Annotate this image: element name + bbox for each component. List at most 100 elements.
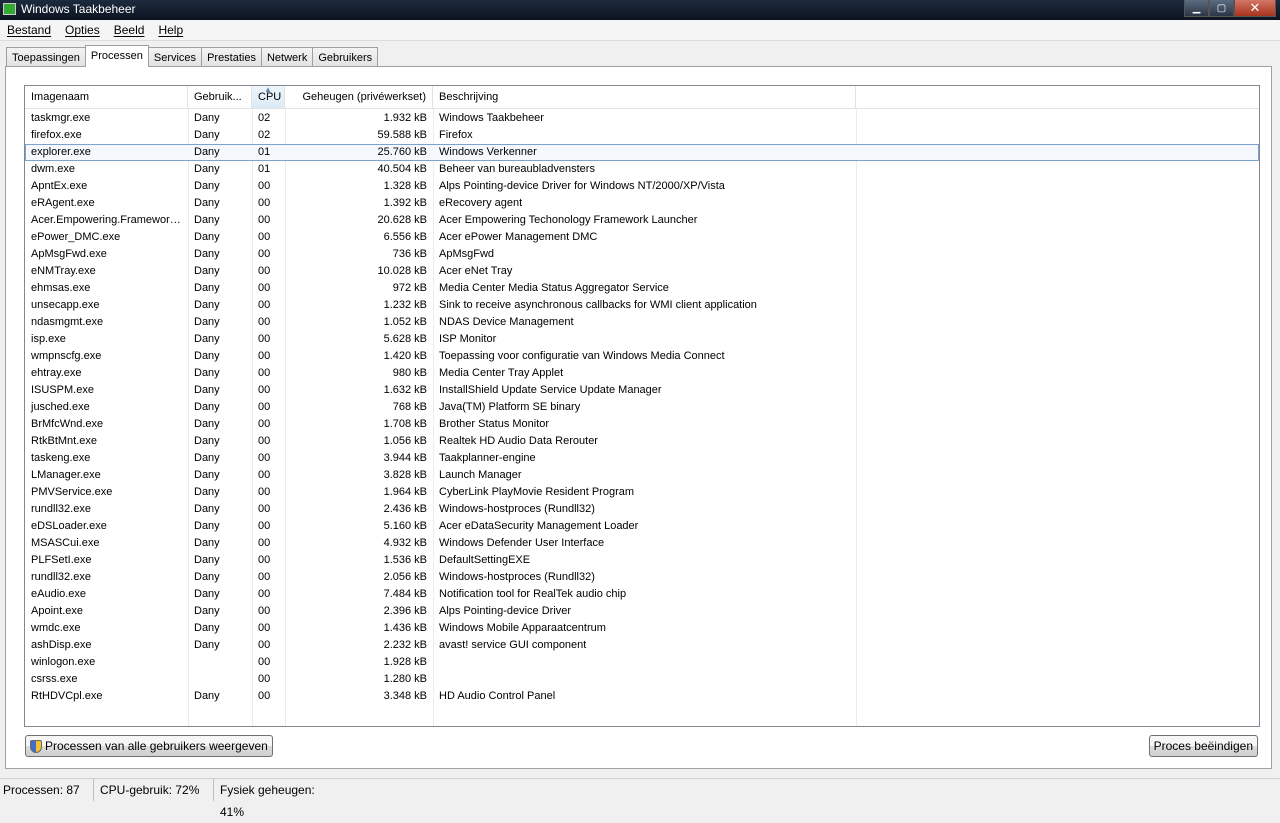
table-row[interactable]: wmdc.exe Dany 00 1.436 kB Windows Mobile App… [25,620,1259,637]
table-row[interactable]: MSASCui.exe Dany 00 4.932 kB Windows Defende… [25,535,1259,552]
menu-opties[interactable]: Opties [58,20,107,40]
description-cell: Acer Empowering Techonology Framework La… [439,214,698,226]
description-cell: Windows Taakbeheer [439,112,544,124]
memory-cell: 3.944 kB [383,452,427,464]
user-cell: Dany [194,418,220,430]
table-row[interactable]: rundll32.exe Dany 00 2.436 kB Windows-hostpr… [25,501,1259,518]
process-name-cell: eDSLoader.exe [31,520,107,532]
user-cell: Dany [194,401,220,413]
user-cell: Dany [194,367,220,379]
description-cell: Windows-hostproces (Rundll32) [439,503,595,515]
process-name-cell: dwm.exe [31,163,76,175]
table-row[interactable]: ApMsgFwd.exe Dany 00 736 kB ApMsgFwd [25,246,1259,263]
cpu-cell: 00 [258,469,271,481]
process-list[interactable]: Imagenaam Gebruik... ▲ CPU Geheugen (pri… [24,85,1260,727]
table-row[interactable]: PLFSetI.exe Dany 00 1.536 kB DefaultSettingE… [25,552,1259,569]
table-row[interactable]: isp.exe Dany 00 5.628 kB ISP Monitor [25,331,1259,348]
column-header-gebruiker[interactable]: Gebruik... [188,86,252,108]
tab-prestaties[interactable]: Prestaties [201,47,262,66]
table-row[interactable]: RtHDVCpl.exe Dany 00 3.348 kB HD Audio Contr… [25,688,1259,705]
column-header-geheugen[interactable]: Geheugen (privéwerkset) [285,86,433,108]
table-row[interactable]: ashDisp.exe Dany 00 2.232 kB avast! service … [25,637,1259,654]
tab-toepassingen[interactable]: Toepassingen [6,47,86,66]
table-row[interactable]: taskeng.exe Dany 00 3.944 kB Taakplanner-eng… [25,450,1259,467]
close-button[interactable]: ✕ [1234,0,1276,17]
table-row[interactable]: ISUSPM.exe Dany 00 1.632 kB InstallShield Up… [25,382,1259,399]
maximize-button[interactable]: ▢ [1209,0,1234,17]
column-header-beschrijving[interactable]: Beschrijving [433,86,856,108]
table-row[interactable]: jusched.exe Dany 00 768 kB Java(TM) Platform… [25,399,1259,416]
table-row[interactable]: taskmgr.exe Dany 02 1.932 kB Windows Taakbeh… [25,110,1259,127]
cpu-cell: 02 [258,129,271,141]
table-row[interactable]: eNMTray.exe Dany 00 10.028 kB Acer eNet Tray [25,263,1259,280]
table-row[interactable]: RtkBtMnt.exe Dany 00 1.056 kB Realtek HD Aud… [25,433,1259,450]
table-row[interactable]: csrss.exe 00 1.280 kB [25,671,1259,688]
process-name-cell: ehtray.exe [31,367,82,379]
process-name-cell: eAudio.exe [31,588,87,600]
process-name-cell: ndasmgmt.exe [31,316,104,328]
menu-bestand[interactable]: Bestand [0,20,58,40]
table-row[interactable]: eAudio.exe Dany 00 7.484 kB Notification too… [25,586,1259,603]
table-row[interactable]: eRAgent.exe Dany 00 1.392 kB eRecovery agent [25,195,1259,212]
user-cell: Dany [194,265,220,277]
table-row[interactable]: dwm.exe Dany 01 40.504 kB Beheer van bureaub… [25,161,1259,178]
minimize-button[interactable]: ▁ [1184,0,1209,17]
description-cell: Windows Mobile Apparaatcentrum [439,622,606,634]
memory-cell: 1.932 kB [383,112,427,124]
table-row[interactable]: LManager.exe Dany 00 3.828 kB Launch Manager [25,467,1259,484]
table-row[interactable]: ehmsas.exe Dany 00 972 kB Media Center Media… [25,280,1259,297]
user-cell: Dany [194,214,220,226]
tab-gebruikers[interactable]: Gebruikers [312,47,379,66]
table-row[interactable]: ndasmgmt.exe Dany 00 1.052 kB NDAS Device Ma… [25,314,1259,331]
tab-processen[interactable]: Processen [84,45,149,67]
table-row[interactable]: explorer.exe Dany 01 25.760 kB Windows Verke… [25,144,1259,161]
description-cell [433,654,856,671]
menu-beeld[interactable]: Beeld [107,20,152,40]
process-name-cell: ePower_DMC.exe [31,231,121,243]
table-row[interactable]: unsecapp.exe Dany 00 1.232 kB Sink to receiv… [25,297,1259,314]
table-row[interactable]: winlogon.exe 00 1.928 kB [25,654,1259,671]
table-row[interactable]: Apoint.exe Dany 00 2.396 kB Alps Pointing-de… [25,603,1259,620]
table-row[interactable]: wmpnscfg.exe Dany 00 1.420 kB Toepassing voo… [25,348,1259,365]
memory-cell: 1.632 kB [383,384,427,396]
tab-services[interactable]: Services [147,47,203,66]
table-row[interactable]: ePower_DMC.exe Dany 00 6.556 kB Acer ePower … [25,229,1259,246]
cpu-cell: 00 [258,435,271,447]
user-cell: Dany [194,112,220,124]
cpu-cell: 00 [258,571,271,583]
table-row[interactable]: ehtray.exe Dany 00 980 kB Media Center Tray … [25,365,1259,382]
title-bar[interactable]: Windows Taakbeheer ▁ ▢ ✕ [0,0,1280,20]
table-row[interactable]: ApntEx.exe Dany 00 1.328 kB Alps Pointing-de… [25,178,1259,195]
end-process-button[interactable]: Proces beëindigen [1148,735,1258,757]
description-cell: Acer eDataSecurity Management Loader [439,520,639,532]
table-row[interactable]: BrMfcWnd.exe Dany 00 1.708 kB Brother Status… [25,416,1259,433]
description-cell: Sink to receive asynchronous callbacks f… [439,299,757,311]
table-row[interactable]: firefox.exe Dany 02 59.588 kB Firefox [25,127,1259,144]
process-name-cell: csrss.exe [31,673,78,685]
table-row[interactable]: eDSLoader.exe Dany 00 5.160 kB Acer eDataSec… [25,518,1259,535]
process-name-cell: ApMsgFwd.exe [31,248,107,260]
table-row[interactable]: rundll32.exe Dany 00 2.056 kB Windows-hostpr… [25,569,1259,586]
memory-cell: 1.392 kB [383,197,427,209]
description-cell: Notification tool for RealTek audio chip [439,588,627,600]
table-row[interactable]: Acer.Empowering.Framework... Dany 00 20.628… [25,212,1259,229]
user-cell: Dany [194,197,220,209]
menu-help[interactable]: Help [151,20,190,40]
status-cpu: CPU-gebruik: 72% [94,779,214,801]
cpu-cell: 01 [258,146,271,158]
memory-cell: 1.232 kB [383,299,427,311]
process-name-cell: BrMfcWnd.exe [31,418,104,430]
memory-cell: 2.232 kB [383,639,427,651]
tab-netwerk[interactable]: Netwerk [260,47,314,66]
column-header-cpu[interactable]: ▲ CPU [252,86,285,108]
cpu-cell: 00 [258,554,271,566]
cpu-cell: 00 [258,282,271,294]
user-cell: Dany [194,231,220,243]
table-row[interactable]: PMVService.exe Dany 00 1.964 kB CyberLink Pl… [25,484,1259,501]
column-header-imagenaam[interactable]: Imagenaam [25,86,188,108]
show-all-users-button[interactable]: Processen van alle gebruikers weergeven [25,735,273,757]
cpu-cell: 00 [258,333,271,345]
memory-cell: 2.396 kB [383,605,427,617]
user-cell: Dany [194,435,220,447]
tab-strip: Toepassingen Processen Services Prestati… [6,45,379,67]
